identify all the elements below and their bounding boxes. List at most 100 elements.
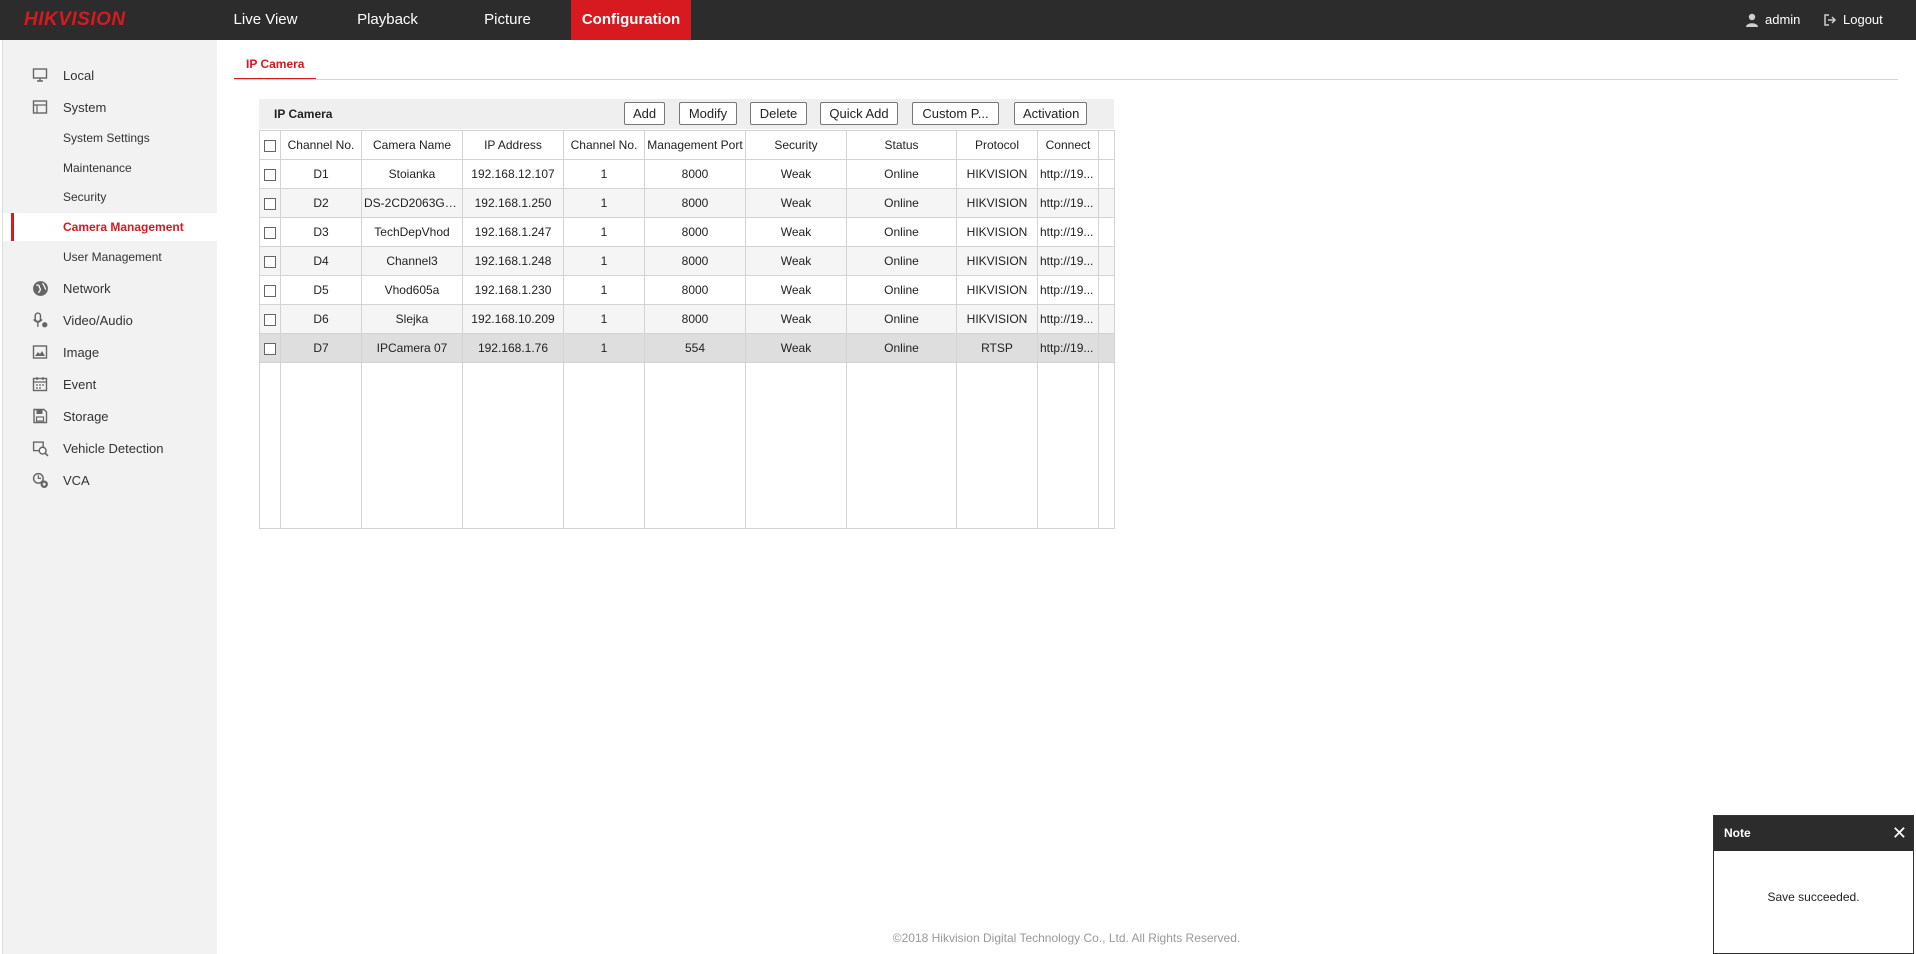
cell-chno: 1 <box>563 217 645 247</box>
cell-status: Online <box>846 304 957 334</box>
cell-port: 554 <box>644 333 746 363</box>
column-header[interactable]: Connect <box>1037 130 1099 160</box>
sidebar-item-label: Camera Management <box>63 220 184 234</box>
cell-status: Online <box>846 333 957 363</box>
cell-name: IPCamera 07 <box>361 333 463 363</box>
column-header[interactable]: Status <box>846 130 957 160</box>
sidebar-item-vca[interactable]: VCA <box>3 466 218 494</box>
row-checkbox[interactable] <box>264 255 276 268</box>
vehicle-search-icon <box>31 439 49 457</box>
table-row[interactable]: D4 Channel3 192.168.1.248 1 8000 Weak Online HI… <box>259 246 1115 276</box>
sidebar-item-user-management[interactable]: User Management <box>3 243 218 271</box>
row-checkbox[interactable] <box>264 284 276 297</box>
table-header-row: Channel No. Camera Name IP Address Chann… <box>259 130 1115 160</box>
add-button[interactable]: Add <box>624 102 665 125</box>
row-select-cell <box>259 188 281 218</box>
column-header[interactable]: Security <box>745 130 847 160</box>
table-row[interactable]: D6 Slejka 192.168.10.209 1 8000 Weak Online HIK… <box>259 304 1115 334</box>
row-checkbox[interactable] <box>264 342 276 355</box>
row-checkbox[interactable] <box>264 168 276 181</box>
cell-protocol: HIKVISION <box>956 188 1038 218</box>
cell-chno: 1 <box>563 246 645 276</box>
grid-title: IP Camera <box>274 107 333 121</box>
nav-playback[interactable]: Playback <box>340 0 435 40</box>
note-title: Note <box>1724 826 1751 840</box>
table-row[interactable]: D1 Stoianka 192.168.12.107 1 8000 Weak Online H… <box>259 159 1115 189</box>
logout-button[interactable]: Logout <box>1823 0 1883 40</box>
row-spacer <box>1098 304 1115 334</box>
column-header[interactable]: Camera Name <box>361 130 463 160</box>
system-icon <box>31 98 49 116</box>
empty-cell <box>956 362 1038 529</box>
cell-ip: 192.168.1.76 <box>462 333 564 363</box>
cell-port: 8000 <box>644 304 746 334</box>
row-checkbox[interactable] <box>264 197 276 210</box>
empty-cell <box>644 362 746 529</box>
nav-live-view[interactable]: Live View <box>218 0 313 40</box>
nav-picture[interactable]: Picture <box>460 0 555 40</box>
sidebar-item-event[interactable]: Event <box>3 370 218 398</box>
empty-table-area <box>259 362 1115 529</box>
tab-ip-camera[interactable]: IP Camera <box>234 50 317 80</box>
grid-toolbar: IP Camera Add Modify Delete Quick Add Cu… <box>259 99 1114 129</box>
nav-configuration[interactable]: Configuration <box>571 0 691 40</box>
cell-ch: D1 <box>280 159 362 189</box>
column-header[interactable]: Protocol <box>956 130 1038 160</box>
connect-link[interactable]: http://19... <box>1037 246 1099 276</box>
column-spacer <box>1098 130 1115 160</box>
cell-status: Online <box>846 246 957 276</box>
sidebar-item-vehicle-detection[interactable]: Vehicle Detection <box>3 434 218 462</box>
connect-link[interactable]: http://19... <box>1037 275 1099 305</box>
cell-protocol: HIKVISION <box>956 246 1038 276</box>
sidebar-item-label: Image <box>63 344 100 360</box>
column-header[interactable]: IP Address <box>462 130 564 160</box>
sidebar-item-image[interactable]: Image <box>3 338 218 366</box>
column-header[interactable]: Channel No. <box>563 130 645 160</box>
sidebar-item-label: Maintenance <box>63 161 132 175</box>
note-message: Save succeeded. <box>1767 890 1860 904</box>
empty-cell <box>563 362 645 529</box>
quick-add-button[interactable]: Quick Add <box>820 102 898 125</box>
empty-cell <box>1037 362 1099 529</box>
user-menu[interactable]: admin <box>1745 0 1800 40</box>
close-icon[interactable]: ✕ <box>1892 816 1907 851</box>
connect-link[interactable]: http://19... <box>1037 304 1099 334</box>
custom-protocol-button[interactable]: Custom P... <box>912 102 999 125</box>
cell-ch: D6 <box>280 304 362 334</box>
sidebar-item-video-audio[interactable]: Video/Audio <box>3 306 218 334</box>
delete-button[interactable]: Delete <box>750 102 807 125</box>
select-all-header <box>259 130 281 160</box>
sidebar-item-network[interactable]: Network <box>3 274 218 302</box>
modify-button[interactable]: Modify <box>679 102 737 125</box>
sidebar-item-storage[interactable]: Storage <box>3 402 218 430</box>
connect-link[interactable]: http://19... <box>1037 188 1099 218</box>
column-header[interactable]: Management Port <box>644 130 746 160</box>
sidebar-item-label: Event <box>63 376 97 392</box>
column-header[interactable]: Channel No. <box>280 130 362 160</box>
cell-ch: D4 <box>280 246 362 276</box>
sidebar-item-maintenance[interactable]: Maintenance <box>3 154 218 182</box>
cell-security: Weak <box>745 275 847 305</box>
table-row[interactable]: D3 TechDepVhod 192.168.1.247 1 8000 Weak Onlin… <box>259 217 1115 247</box>
cell-ch: D5 <box>280 275 362 305</box>
sidebar-item-system-settings[interactable]: System Settings <box>3 124 218 152</box>
table-row[interactable]: D7 IPCamera 07 192.168.1.76 1 554 Weak Online R… <box>259 333 1115 363</box>
cell-chno: 1 <box>563 304 645 334</box>
row-select-cell <box>259 246 281 276</box>
sidebar-item-security[interactable]: Security <box>3 183 218 211</box>
activation-button[interactable]: Activation <box>1014 102 1087 125</box>
sidebar-item-system[interactable]: System <box>3 93 218 121</box>
sidebar-item-camera-management[interactable]: Camera Management <box>3 213 218 241</box>
connect-link[interactable]: http://19... <box>1037 333 1099 363</box>
row-checkbox[interactable] <box>264 226 276 239</box>
table-row[interactable]: D2 DS-2CD2063G0... 192.168.1.250 1 8000 Weak O… <box>259 188 1115 218</box>
connect-link[interactable]: http://19... <box>1037 217 1099 247</box>
table-row[interactable]: D5 Vhod605a 192.168.1.230 1 8000 Weak Online HI… <box>259 275 1115 305</box>
row-checkbox[interactable] <box>264 313 276 326</box>
connect-link[interactable]: http://19... <box>1037 159 1099 189</box>
select-all-checkbox[interactable] <box>264 139 276 152</box>
sidebar-item-local[interactable]: Local <box>3 61 218 89</box>
cell-chno: 1 <box>563 159 645 189</box>
cell-name: Slejka <box>361 304 463 334</box>
empty-cell <box>259 362 281 529</box>
